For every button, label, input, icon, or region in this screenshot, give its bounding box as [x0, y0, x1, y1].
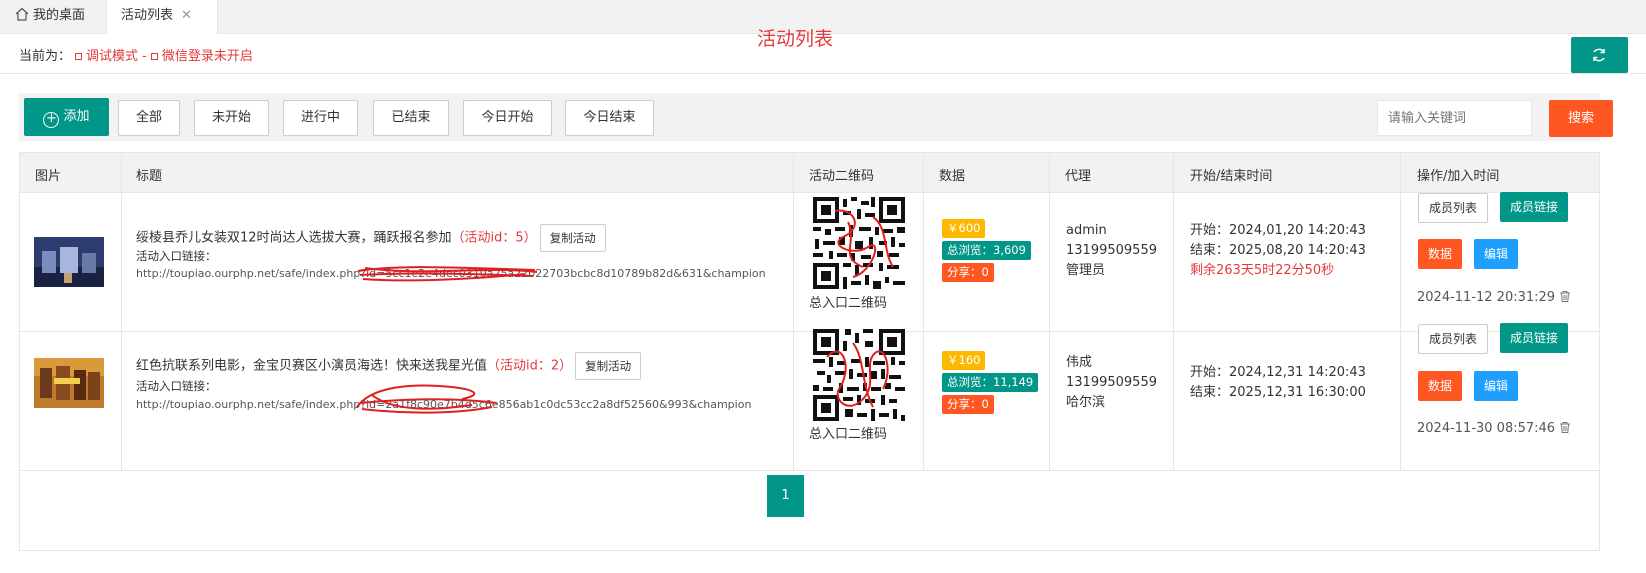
- divider: [793, 153, 794, 471]
- wechat-login-text: 微信登录未开启: [161, 49, 253, 64]
- entry-link-label: 活动入口链接：: [136, 249, 217, 263]
- activity-thumbnail: [34, 237, 104, 287]
- mode-status: 当前为： 调试模式 - 微信登录未开启: [19, 45, 253, 64]
- bullet-icon: [150, 52, 158, 60]
- remaining-time: 剩余263天5时22分50秒: [1190, 263, 1335, 278]
- agent-role: 哈尔滨: [1066, 395, 1106, 410]
- agent-info: admin 13199509559 管理员: [1066, 221, 1157, 281]
- refresh-icon: [1593, 48, 1605, 62]
- member-list-button[interactable]: 成员列表: [1418, 324, 1488, 354]
- price-badge: ￥160: [942, 351, 986, 370]
- divider: [1173, 153, 1174, 471]
- filter-all-button[interactable]: 全部: [118, 100, 180, 136]
- mode-prefix: 当前为：: [19, 49, 72, 64]
- agent-name: admin: [1066, 223, 1107, 238]
- search-button[interactable]: 搜索: [1549, 100, 1613, 137]
- agent-phone: 13199509559: [1066, 375, 1157, 390]
- activity-id: （活动id：2）: [487, 358, 573, 374]
- activity-title-line: 红色抗联系列电影，金宝贝赛区小演员海选！快来送我星光值（活动id：2） 复制活动: [136, 352, 642, 380]
- trash-icon[interactable]: [1560, 291, 1571, 302]
- edit-button[interactable]: 编辑: [1474, 371, 1518, 401]
- edit-button[interactable]: 编辑: [1474, 239, 1518, 269]
- divider: [0, 73, 1646, 74]
- redaction-scribble: [357, 266, 538, 282]
- toolbar: +添加 全部 未开始 进行中 已结束 今日开始 今日结束 搜索: [19, 93, 1613, 141]
- agent-info: 伟成 13199509559 哈尔滨: [1066, 353, 1157, 413]
- home-icon: [15, 7, 29, 21]
- add-label: 添加: [63, 109, 90, 124]
- table-header: 图片 标题 活动二维码 数据 代理 开始/结束时间 操作/加入时间: [20, 153, 1599, 193]
- views-badge: 总浏览：11,149: [942, 373, 1039, 392]
- pagination-page-1[interactable]: 1: [767, 475, 804, 517]
- header-qrcode: 活动二维码: [809, 169, 875, 184]
- activity-table: 图片 标题 活动二维码 数据 代理 开始/结束时间 操作/加入时间 绥棱县乔儿女…: [19, 152, 1600, 551]
- header-title: 标题: [136, 169, 163, 184]
- member-list-button[interactable]: 成员列表: [1418, 193, 1488, 223]
- agent-role: 管理员: [1066, 263, 1106, 278]
- agent-phone: 13199509559: [1066, 243, 1157, 258]
- time-info: 开始：2024,01,20 14:20:43 结束：2025,08,20 14:…: [1190, 221, 1366, 281]
- end-time: 结束：2025,08,20 14:20:43: [1190, 243, 1366, 258]
- divider: [20, 331, 1599, 332]
- added-time: 2024-11-30 08:57:46: [1417, 421, 1556, 436]
- tab-activity-list[interactable]: 活动列表 ✕: [106, 0, 218, 34]
- filter-ended-button[interactable]: 已结束: [373, 100, 449, 136]
- activity-title[interactable]: 红色抗联系列电影，金宝贝赛区小演员海选！快来送我星光值: [136, 359, 487, 374]
- qr-code[interactable]: [813, 329, 905, 421]
- header-data: 数据: [939, 169, 966, 184]
- added-time: 2024-11-12 20:31:29: [1417, 290, 1556, 305]
- page-title: 活动列表: [757, 28, 834, 50]
- views-badge: 总浏览：3,609: [942, 241, 1031, 260]
- trash-icon[interactable]: [1560, 422, 1571, 433]
- header-agent: 代理: [1065, 169, 1092, 184]
- data-button[interactable]: 数据: [1418, 371, 1462, 401]
- divider: [121, 153, 122, 471]
- qr-label: 总入口二维码: [809, 427, 888, 442]
- start-time: 开始：2024,01,20 14:20:43: [1190, 223, 1366, 238]
- bullet-icon: [75, 52, 83, 60]
- qr-label: 总入口二维码: [809, 296, 888, 311]
- header-image: 图片: [35, 169, 62, 184]
- add-button[interactable]: + 添加: [24, 98, 109, 136]
- plus-icon: +: [43, 112, 60, 128]
- added-time-line: 2024-11-30 08:57:46: [1417, 421, 1571, 436]
- divider: [923, 153, 924, 471]
- header-actions: 操作/加入时间: [1417, 169, 1500, 184]
- filter-today-start-button[interactable]: 今日开始: [463, 100, 552, 136]
- filter-not-started-button[interactable]: 未开始: [194, 100, 269, 136]
- agent-name: 伟成: [1066, 355, 1093, 370]
- qr-code[interactable]: [813, 197, 905, 289]
- member-link-button[interactable]: 成员链接: [1500, 323, 1568, 353]
- tab-label: 活动列表: [121, 8, 174, 23]
- activity-thumbnail: [34, 358, 104, 408]
- debug-mode-text: 调试模式 -: [86, 49, 147, 64]
- member-link-button[interactable]: 成员链接: [1500, 192, 1568, 222]
- redaction-scribble: [356, 384, 498, 414]
- price-badge: ￥600: [942, 219, 986, 238]
- header-time: 开始/结束时间: [1190, 169, 1273, 184]
- divider: [20, 470, 1599, 471]
- added-time-line: 2024-11-12 20:31:29: [1417, 290, 1571, 305]
- entry-link-label: 活动入口链接：: [136, 379, 217, 393]
- activity-id: （活动id：5）: [451, 230, 537, 246]
- tab-label: 我的桌面: [33, 8, 86, 23]
- filter-today-end-button[interactable]: 今日结束: [565, 100, 654, 136]
- filter-ongoing-button[interactable]: 进行中: [283, 100, 358, 136]
- shares-badge: 分享：0: [942, 263, 994, 282]
- copy-activity-button[interactable]: 复制活动: [539, 224, 606, 252]
- divider: [1400, 153, 1401, 471]
- copy-activity-button[interactable]: 复制活动: [575, 352, 642, 380]
- shares-badge: 分享：0: [942, 395, 994, 414]
- activity-title[interactable]: 绥棱县乔儿女装双12时尚达人选拔大赛，踊跃报名参加: [136, 231, 452, 246]
- divider: [1049, 153, 1050, 471]
- data-button[interactable]: 数据: [1418, 239, 1462, 269]
- tab-my-desktop[interactable]: 我的桌面: [0, 0, 105, 33]
- refresh-button[interactable]: [1571, 37, 1628, 73]
- time-info: 开始：2024,12,31 14:20:43 结束：2025,12,31 16:…: [1190, 363, 1366, 403]
- start-time: 开始：2024,12,31 14:20:43: [1190, 365, 1366, 380]
- close-icon[interactable]: ✕: [181, 0, 192, 32]
- search-input[interactable]: [1377, 100, 1532, 136]
- end-time: 结束：2025,12,31 16:30:00: [1190, 385, 1366, 400]
